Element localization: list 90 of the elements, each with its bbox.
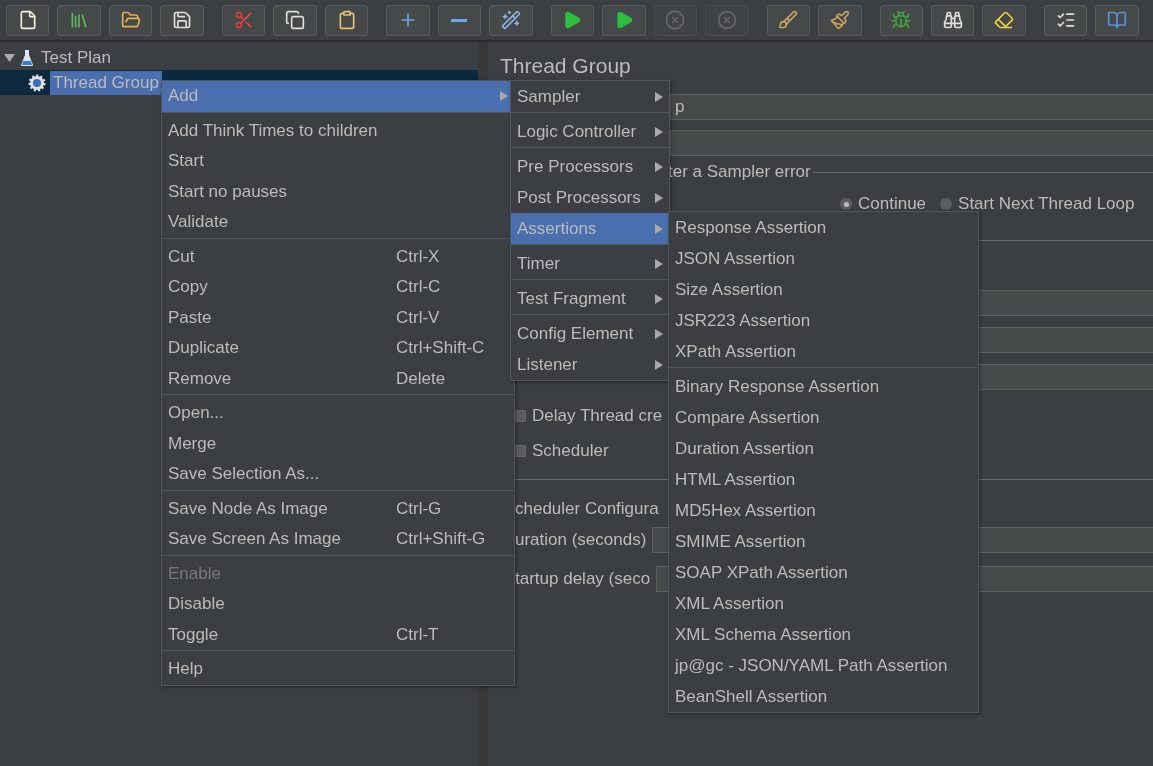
toolbar-button[interactable] bbox=[57, 4, 101, 36]
comments-field[interactable] bbox=[670, 130, 1153, 156]
toolbar-button[interactable] bbox=[766, 4, 811, 36]
cut-icon bbox=[233, 10, 254, 30]
text-field[interactable] bbox=[977, 290, 1153, 316]
checkbox-label: Scheduler bbox=[532, 441, 609, 461]
menu-item[interactable]: HTML Assertion bbox=[669, 464, 978, 495]
flask-icon bbox=[20, 48, 34, 67]
help-icon bbox=[1107, 10, 1128, 30]
menu-item[interactable]: XML Schema Assertion bbox=[669, 619, 978, 650]
menu-item[interactable]: Listener bbox=[511, 349, 669, 380]
menu-item[interactable]: Post Processors bbox=[511, 182, 669, 213]
group-legend: cheduler Configura bbox=[515, 499, 659, 519]
menu-item[interactable]: Add Think Times to children bbox=[162, 115, 514, 146]
toolbar-button[interactable] bbox=[6, 4, 50, 36]
menu-item[interactable]: BeanShell Assertion bbox=[669, 681, 978, 712]
menu-item[interactable]: Logic Controller bbox=[511, 116, 669, 147]
menu-item[interactable]: Disable bbox=[162, 589, 514, 620]
bug-icon bbox=[891, 10, 912, 30]
menu-item[interactable]: MD5Hex Assertion bbox=[669, 495, 978, 526]
menu-item[interactable]: Save Selection As... bbox=[162, 459, 514, 490]
toolbar-button[interactable] bbox=[1043, 4, 1088, 36]
brush-icon bbox=[778, 10, 799, 30]
menu-item[interactable]: Save Screen As Image Ctrl+Shift-G bbox=[162, 524, 514, 555]
name-field[interactable]: p bbox=[670, 94, 1153, 120]
menu-item[interactable]: Help bbox=[162, 654, 514, 685]
menu-item[interactable]: JSON Assertion bbox=[669, 243, 978, 274]
expand-icon[interactable] bbox=[4, 52, 15, 63]
menu-item[interactable]: Pre Processors bbox=[511, 151, 669, 182]
menu-item[interactable]: Start bbox=[162, 146, 514, 177]
copy-icon bbox=[285, 10, 306, 30]
menu-item[interactable]: XML Assertion bbox=[669, 588, 978, 619]
toolbar-button[interactable] bbox=[602, 4, 646, 36]
toolbar-button[interactable] bbox=[982, 4, 1026, 36]
tree-item[interactable]: Test Plan bbox=[38, 45, 114, 70]
menu-item[interactable]: Validate bbox=[162, 207, 514, 238]
field-label: tartup delay (seco bbox=[515, 569, 651, 589]
menu-item[interactable]: Merge bbox=[162, 428, 514, 459]
menu-item[interactable]: Size Assertion bbox=[669, 274, 978, 305]
stop-icon bbox=[665, 10, 686, 30]
save-icon bbox=[172, 10, 193, 30]
menu-item[interactable]: Open... bbox=[162, 398, 514, 429]
menu-item[interactable]: Copy Ctrl-C bbox=[162, 272, 514, 303]
gear-icon bbox=[28, 73, 46, 92]
toolbar-button[interactable] bbox=[437, 4, 482, 36]
radio-button[interactable] bbox=[940, 198, 953, 210]
text-field[interactable] bbox=[977, 364, 1153, 390]
menu-item[interactable]: Response Assertion bbox=[669, 212, 978, 243]
radio-label: Start Next Thread Loop bbox=[958, 194, 1135, 214]
menu-item[interactable]: Start no pauses bbox=[162, 176, 514, 207]
menu-item[interactable]: XPath Assertion bbox=[669, 336, 978, 367]
list-icon bbox=[1055, 10, 1076, 30]
menu-item[interactable]: Test Fragment bbox=[511, 283, 669, 314]
toolbar-button[interactable] bbox=[273, 4, 317, 36]
field-label: uration (seconds) bbox=[515, 530, 647, 550]
text-field[interactable] bbox=[977, 327, 1153, 353]
menu-item[interactable]: Remove Delete bbox=[162, 363, 514, 394]
shutdown-icon bbox=[716, 10, 737, 30]
minus-icon bbox=[451, 18, 468, 22]
menu-item[interactable]: Toggle Ctrl-T bbox=[162, 619, 514, 650]
menu-item[interactable]: Save Node As Image Ctrl-G bbox=[162, 493, 514, 524]
toolbar-button[interactable] bbox=[930, 4, 975, 36]
menu-item[interactable]: jp@gc - JSON/YAML Path Assertion bbox=[669, 650, 978, 681]
toolbar-button[interactable] bbox=[108, 4, 153, 36]
panel-title: Thread Group bbox=[500, 54, 632, 79]
menu-item[interactable]: Compare Assertion bbox=[669, 402, 978, 433]
folder-icon bbox=[120, 10, 141, 30]
play-icon bbox=[562, 10, 583, 30]
wand-icon bbox=[500, 10, 521, 30]
toolbar-button[interactable] bbox=[489, 4, 533, 36]
brushes-icon bbox=[829, 10, 850, 30]
menu-item[interactable]: Duplicate Ctrl+Shift-C bbox=[162, 333, 514, 364]
toolbar-button[interactable] bbox=[160, 4, 204, 36]
toolbar-button[interactable] bbox=[818, 4, 862, 36]
radio-button[interactable] bbox=[840, 198, 852, 210]
menu-item[interactable]: SOAP XPath Assertion bbox=[669, 557, 978, 588]
toolbar-button[interactable] bbox=[550, 4, 595, 36]
menu-item[interactable]: Timer bbox=[511, 248, 669, 279]
menu-item[interactable]: Config Element bbox=[511, 318, 669, 349]
menu-item[interactable]: Sampler bbox=[511, 81, 669, 112]
menu-item[interactable]: Binary Response Assertion bbox=[669, 371, 978, 402]
menu-item[interactable]: Cut Ctrl-X bbox=[162, 241, 514, 272]
radio-label: Continue bbox=[858, 194, 927, 214]
menu-item[interactable]: Duration Assertion bbox=[669, 433, 978, 464]
binoculars-icon bbox=[942, 10, 963, 30]
menu-item[interactable]: JSR223 Assertion bbox=[669, 305, 978, 336]
menu-item[interactable]: SMIME Assertion bbox=[669, 526, 978, 557]
toolbar-button[interactable] bbox=[324, 4, 369, 36]
checkbox-label: Delay Thread cre bbox=[532, 406, 663, 426]
menu-item[interactable]: Paste Ctrl-V bbox=[162, 302, 514, 333]
